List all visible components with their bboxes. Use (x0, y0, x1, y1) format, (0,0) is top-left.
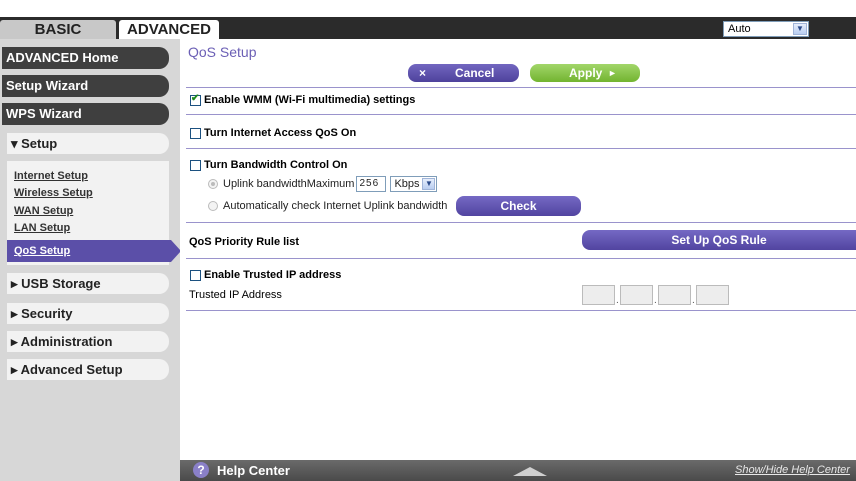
ip-dot: . (692, 295, 695, 306)
divider (186, 258, 856, 259)
internet-qos-label: Turn Internet Access QoS On (204, 127, 357, 139)
divider (186, 87, 856, 88)
setup-qos-rule-button[interactable]: Set Up QoS Rule (582, 230, 856, 250)
uplink-unit-value: Kbps (394, 178, 420, 190)
ip-octet-4-input[interactable] (696, 285, 729, 305)
language-select[interactable]: Auto ▼ (723, 21, 809, 37)
divider (186, 114, 856, 115)
sidebar-link-wireless-setup[interactable]: Wireless Setup (14, 187, 93, 199)
ip-dot: . (654, 295, 657, 306)
sidebar-section-setup[interactable]: ▾ Setup (7, 133, 169, 154)
sidebar-link-internet-setup[interactable]: Internet Setup (14, 170, 88, 182)
internet-qos-row: Turn Internet Access QoS On (190, 127, 356, 139)
uplink-label: Uplink bandwidthMaximum (223, 178, 355, 190)
sidebar-item-setup-wizard[interactable]: Setup Wizard (2, 75, 169, 97)
sidebar-item-advanced-home[interactable]: ADVANCED Home (2, 47, 169, 69)
divider (186, 222, 856, 223)
auto-check-radio[interactable] (208, 201, 218, 211)
chevron-up-icon[interactable] (513, 467, 547, 476)
trusted-ip-row: Enable Trusted IP address (190, 269, 341, 281)
help-center-bar: ? Help Center Show/Hide Help Center (180, 460, 856, 481)
tab-advanced[interactable]: ADVANCED (119, 20, 219, 39)
apply-button[interactable]: Apply ► (530, 64, 640, 82)
divider (186, 310, 856, 311)
tab-basic[interactable]: BASIC (0, 20, 116, 39)
language-select-value: Auto (728, 23, 751, 35)
auto-check-row: Automatically check Internet Uplink band… (208, 200, 447, 212)
sidebar-link-wan-setup[interactable]: WAN Setup (14, 205, 73, 217)
uplink-row: Uplink bandwidthMaximum 256 Kbps ▼ (208, 176, 438, 192)
uplink-manual-radio[interactable] (208, 179, 218, 189)
bandwidth-control-label: Turn Bandwidth Control On (204, 159, 348, 171)
sidebar: ADVANCED Home Setup Wizard WPS Wizard ▾ … (0, 39, 181, 481)
help-icon[interactable]: ? (193, 462, 209, 478)
uplink-unit-select[interactable]: Kbps ▼ (390, 176, 438, 192)
play-arrow-icon: ► (608, 68, 617, 78)
sidebar-item-wps-wizard[interactable]: WPS Wizard (2, 103, 169, 125)
apply-button-label: Apply (569, 66, 603, 80)
cancel-button-label: Cancel (455, 66, 495, 80)
top-bar: BASIC ADVANCED Auto ▼ (0, 0, 856, 39)
sidebar-section-security[interactable]: ▸ Security (7, 303, 169, 324)
trusted-ip-enable-label: Enable Trusted IP address (204, 269, 342, 281)
ip-octet-2-input[interactable] (620, 285, 653, 305)
ip-dot: . (616, 295, 619, 306)
uplink-bandwidth-input[interactable]: 256 (356, 176, 387, 192)
ip-octet-3-input[interactable] (658, 285, 691, 305)
sidebar-link-lan-setup[interactable]: LAN Setup (14, 222, 70, 234)
cancel-button[interactable]: × Cancel (408, 64, 519, 82)
close-icon: × (419, 66, 427, 80)
bandwidth-control-checkbox[interactable] (190, 159, 201, 171)
qos-priority-rule-label: QoS Priority Rule list (189, 236, 300, 248)
internet-qos-checkbox[interactable] (190, 127, 201, 139)
auto-check-label: Automatically check Internet Uplink band… (223, 200, 448, 212)
sidebar-link-qos-setup[interactable]: QoS Setup (7, 240, 181, 262)
sidebar-section-administration[interactable]: ▸ Administration (7, 331, 169, 352)
wmm-row: Enable WMM (Wi-Fi multimedia) settings (190, 93, 416, 106)
divider (186, 148, 856, 149)
show-hide-help-link[interactable]: Show/Hide Help Center (735, 464, 850, 476)
chevron-down-icon: ▼ (793, 23, 807, 35)
bandwidth-control-row: Turn Bandwidth Control On (190, 159, 347, 171)
sidebar-section-usb-storage[interactable]: ▸ USB Storage (7, 273, 169, 294)
main-content: QoS Setup × Cancel Apply ► Enable WMM (W… (180, 39, 856, 481)
wmm-checkbox[interactable] (190, 93, 201, 106)
trusted-ip-checkbox[interactable] (190, 269, 201, 281)
ip-octet-1-input[interactable] (582, 285, 615, 305)
page-title: QoS Setup (188, 44, 257, 60)
chevron-down-icon: ▼ (422, 178, 436, 190)
help-center-title: Help Center (217, 463, 290, 478)
wmm-label: Enable WMM (Wi-Fi multimedia) settings (204, 94, 416, 106)
check-button[interactable]: Check (456, 196, 581, 216)
trusted-ip-label: Trusted IP Address (189, 289, 282, 301)
sidebar-section-advanced-setup[interactable]: ▸ Advanced Setup (7, 359, 169, 380)
